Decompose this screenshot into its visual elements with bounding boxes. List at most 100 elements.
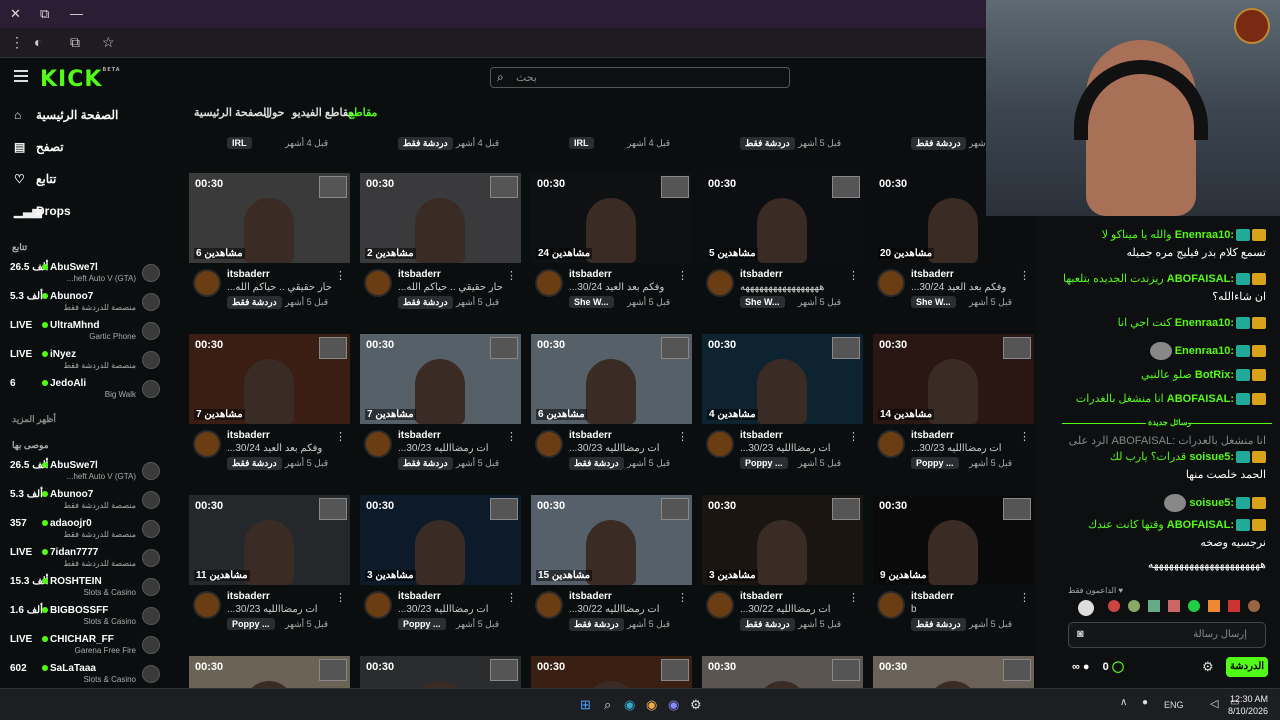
clip-thumbnail[interactable]: 00:30 15 مشاهدين — [531, 495, 692, 585]
streamer-name[interactable]: itsbaderr — [911, 430, 954, 441]
search-input[interactable]: ⌕ بحث — [490, 67, 790, 88]
category-badge[interactable]: دردشة فقط — [569, 457, 624, 470]
category-badge[interactable]: Poppy ... — [227, 618, 275, 630]
more-options-icon[interactable]: ⋮ — [848, 269, 859, 282]
category-badge[interactable]: دردشة فقط — [398, 137, 453, 150]
chat-users-icon[interactable]: ● — [1083, 661, 1090, 673]
clip-title[interactable]: ...ات رمضاالليه 30/23 — [911, 443, 1029, 454]
taskbar-search-icon[interactable]: ⌕ — [604, 697, 611, 713]
channel-row[interactable]: LIVE 7idan7777 منصصة للدردشة فقط — [10, 547, 160, 573]
clip-thumbnail[interactable]: 00:30 — [873, 656, 1034, 688]
category-badge[interactable]: دردشة فقط — [740, 137, 795, 150]
discord-icon[interactable]: ◉ — [668, 697, 679, 713]
chat-send-button[interactable]: الدردشة — [1226, 657, 1268, 677]
profile-icon[interactable]: ◐ — [34, 34, 42, 50]
clip-title[interactable]: ...ات رمضاالليه 30/23 — [398, 443, 516, 454]
category-badge[interactable]: دردشة فقط — [227, 296, 282, 309]
more-options-icon[interactable]: ⋮ — [677, 269, 688, 282]
nav-drops[interactable]: ▁▃▅Drops — [14, 204, 71, 218]
streamer-name[interactable]: itsbaderr — [911, 269, 954, 280]
windows-start-icon[interactable]: ⊞ — [580, 697, 591, 713]
category-badge[interactable]: دردشة فقط — [398, 296, 453, 309]
category-badge[interactable]: Poppy ... — [398, 618, 446, 630]
clip-title[interactable]: ...وفكم بعد العيد 30/24 — [227, 443, 345, 454]
category-badge[interactable]: دردشة فقط — [569, 618, 624, 631]
chat-username[interactable]: Enenraa10: — [1175, 317, 1234, 329]
streamer-name[interactable]: itsbaderr — [740, 269, 783, 280]
clip-thumbnail[interactable]: 00:30 7 مشاهدين — [360, 334, 521, 424]
category-badge[interactable]: دردشة فقط — [911, 618, 966, 631]
category-badge[interactable]: Poppy ... — [911, 457, 959, 469]
channel-row[interactable]: 26.5 ألف AbuSwe7l ...heft Auto V (GTA) — [10, 460, 160, 486]
clip-title[interactable]: ...ات رمضاالليه 30/23 — [569, 443, 687, 454]
category-badge[interactable]: IRL — [569, 137, 594, 149]
streamer-name[interactable]: itsbaderr — [569, 430, 612, 441]
tab-home[interactable]: الصفحة الرئيسية — [194, 106, 269, 119]
streamer-avatar[interactable] — [877, 269, 905, 297]
clip-title[interactable]: ...وفكم بعد العيد 30/24 — [911, 282, 1029, 293]
nav-home[interactable]: ⌂ الصفحة الرئيسية — [14, 108, 118, 122]
tab-about[interactable]: حول — [264, 106, 284, 119]
restore-icon[interactable]: ⧉ — [40, 6, 49, 22]
chat-username[interactable]: Enenraa10: — [1175, 345, 1234, 357]
edge-icon[interactable]: ◉ — [624, 697, 635, 713]
show-more-link[interactable]: أظهر المزيد — [12, 414, 56, 425]
channel-row[interactable]: 1.6 ألف BIGBOSSFF Slots & Casino — [10, 605, 160, 631]
nav-browse[interactable]: ▤ تصفح — [14, 140, 64, 154]
chat-message-input[interactable]: إرسال رسالة ◙ — [1068, 622, 1266, 648]
category-badge[interactable]: دردشة فقط — [911, 137, 966, 150]
more-options-icon[interactable]: ⋮ — [677, 430, 688, 443]
streamer-name[interactable]: itsbaderr — [398, 269, 441, 280]
more-options-icon[interactable]: ⋮ — [677, 591, 688, 604]
clip-title[interactable]: ...وفكم بعد العيد 30/24 — [569, 282, 687, 293]
chat-username[interactable]: ABOFAISAL: — [1167, 273, 1234, 285]
mic-icon[interactable]: ● — [1142, 697, 1148, 708]
clip-thumbnail[interactable]: 00:30 11 مشاهدين — [189, 495, 350, 585]
minimize-icon[interactable]: — — [70, 6, 83, 21]
extensions-icon[interactable]: ⧉ — [70, 34, 80, 51]
clip-thumbnail[interactable]: 00:30 — [531, 656, 692, 688]
streamer-name[interactable]: itsbaderr — [740, 591, 783, 602]
clip-title[interactable]: ...ات رمضاالليه 30/23 — [227, 604, 345, 615]
streamer-name[interactable]: itsbaderr — [398, 591, 441, 602]
more-options-icon[interactable]: ⋮ — [335, 591, 346, 604]
channel-row[interactable]: 602 SaLaTaaa Slots & Casino — [10, 663, 160, 689]
clip-title[interactable]: ...حار حقيقي .. حياكم الله — [227, 282, 345, 293]
bookmark-star-icon[interactable]: ☆ — [102, 34, 115, 51]
more-options-icon[interactable]: ⋮ — [506, 591, 517, 604]
streamer-avatar[interactable] — [364, 430, 392, 458]
streamer-avatar[interactable] — [193, 430, 221, 458]
clip-thumbnail[interactable]: 00:30 9 مشاهدين — [873, 495, 1034, 585]
streamer-avatar[interactable] — [706, 591, 734, 619]
tab-clips[interactable]: مقاطع — [348, 106, 377, 119]
more-options-icon[interactable]: ⋮ — [848, 430, 859, 443]
category-badge[interactable]: دردشة فقط — [227, 457, 282, 470]
clip-title[interactable]: ...ات رمضاالليه 30/23 — [398, 604, 516, 615]
hamburger-menu-icon[interactable] — [14, 70, 28, 82]
language-indicator[interactable]: ENG — [1164, 700, 1184, 710]
more-options-icon[interactable]: ⋮ — [1019, 591, 1030, 604]
category-badge[interactable]: She W... — [911, 296, 956, 308]
clip-thumbnail[interactable]: 00:30 2 مشاهدين — [360, 173, 521, 263]
chat-username[interactable]: BotRix: — [1195, 369, 1234, 381]
clip-thumbnail[interactable]: 00:30 5 مشاهدين — [702, 173, 863, 263]
streamer-avatar[interactable] — [364, 269, 392, 297]
clip-thumbnail[interactable]: 00:30 3 مشاهدين — [702, 495, 863, 585]
streamer-avatar[interactable] — [193, 591, 221, 619]
streamer-name[interactable]: itsbaderr — [227, 591, 270, 602]
clip-title[interactable]: b — [911, 604, 1029, 615]
streamer-name[interactable]: itsbaderr — [911, 591, 954, 602]
clip-thumbnail[interactable]: 00:30 24 مشاهدين — [531, 173, 692, 263]
more-options-icon[interactable]: ⋮ — [1019, 269, 1030, 282]
emoji-icon[interactable]: ◙ — [1077, 628, 1084, 640]
chat-username[interactable]: ABOFAISAL: — [1167, 519, 1234, 531]
channel-row[interactable]: LIVE CHICHAR_FF Garena Free Fire — [10, 634, 160, 660]
close-icon[interactable]: ✕ — [10, 6, 21, 22]
clip-thumbnail[interactable]: 00:30 14 مشاهدين — [873, 334, 1034, 424]
clip-thumbnail[interactable]: 00:30 3 مشاهدين — [360, 495, 521, 585]
chat-settings-icon[interactable]: ⚙ — [1202, 659, 1214, 675]
clip-title[interactable]: ...ات رمضاالليه 30/23 — [740, 443, 858, 454]
more-options-icon[interactable]: ⋮ — [335, 269, 346, 282]
streamer-name[interactable]: itsbaderr — [227, 430, 270, 441]
clip-title[interactable]: ...ات رمضاالليه 30/22 — [569, 604, 687, 615]
